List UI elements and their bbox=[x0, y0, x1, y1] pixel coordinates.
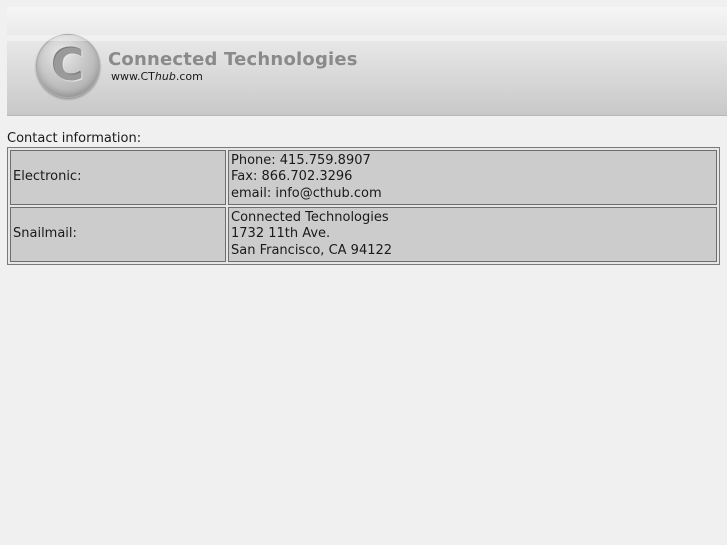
brand-name: Connected Technologies bbox=[108, 49, 358, 70]
address-city-line: San Francisco, CA 94122 bbox=[231, 242, 393, 258]
row-label-snailmail: Snailmail: bbox=[10, 207, 226, 262]
table-row-snailmail: Snailmail: Connected Technologies 1732 1… bbox=[10, 207, 717, 262]
section-title: Contact information: bbox=[7, 131, 142, 146]
contact-table: Electronic: Phone: 415.759.8907 Fax: 866… bbox=[7, 147, 720, 265]
address-street-line: 1732 11th Ave. bbox=[231, 226, 331, 242]
brand-url-hub: hub bbox=[154, 70, 176, 83]
brand-url-suffix: .com bbox=[175, 70, 203, 83]
row-label-electronic: Electronic: bbox=[10, 150, 226, 205]
logo-icon: C bbox=[36, 34, 100, 98]
row-value-electronic: Phone: 415.759.8907 Fax: 866.702.3296 em… bbox=[228, 150, 717, 205]
address-company-line: Connected Technologies bbox=[231, 209, 389, 225]
brand-url-prefix: www.CT bbox=[111, 70, 155, 83]
brand-url: www.CThub.com bbox=[111, 70, 203, 83]
phone-line: Phone: 415.759.8907 bbox=[231, 152, 371, 168]
table-row-electronic: Electronic: Phone: 415.759.8907 Fax: 866… bbox=[10, 150, 717, 205]
logo-letter: C bbox=[51, 40, 85, 91]
page: C Connected Technologies www.CThub.com C… bbox=[0, 0, 727, 545]
fax-line: Fax: 866.702.3296 bbox=[231, 169, 353, 185]
email-line: email: info@cthub.com bbox=[231, 185, 382, 201]
row-value-snailmail: Connected Technologies 1732 11th Ave. Sa… bbox=[228, 207, 717, 262]
header-banner: C Connected Technologies www.CThub.com bbox=[7, 7, 727, 116]
